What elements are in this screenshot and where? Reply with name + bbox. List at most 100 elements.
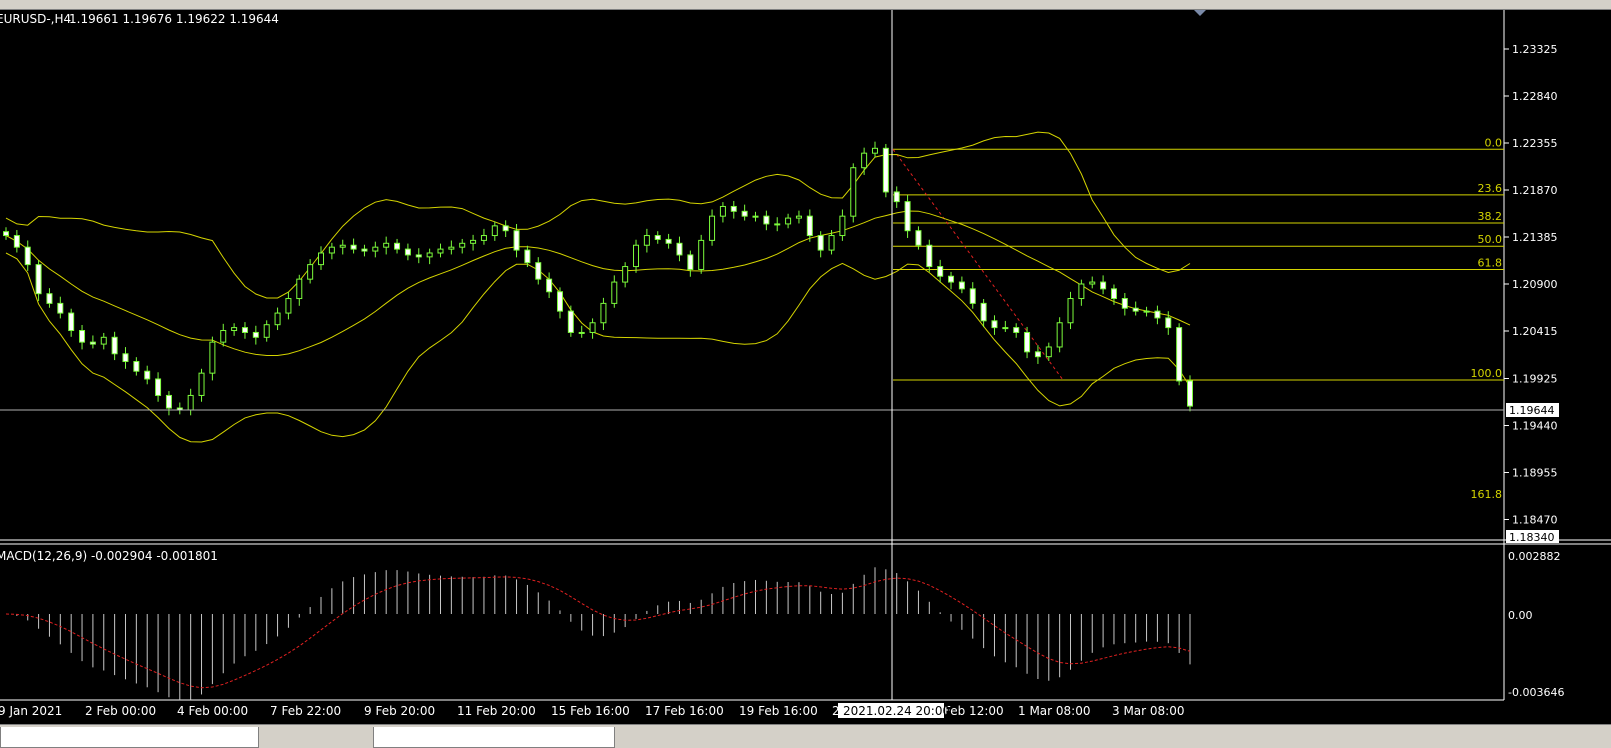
macd-title: MACD(12,26,9) -0.002904 -0.001801 — [0, 549, 218, 563]
candle-body — [698, 239, 705, 270]
candle-body — [1056, 322, 1063, 348]
price-tick-label: 1.23325 — [1512, 43, 1558, 56]
candle-body — [893, 191, 900, 203]
bollinger-bands — [5, 131, 1191, 443]
candle-body — [861, 152, 868, 169]
price-axis[interactable]: 1.23325 1.22840 1.22355 1.21870 1.21385 1.209… — [1504, 43, 1558, 526]
time-tick-label: 2 Feb 00:00 — [85, 704, 156, 718]
candle-body — [633, 244, 640, 268]
candle-body — [589, 322, 596, 333]
macd-axis-max: 0.002882 — [1508, 550, 1561, 563]
fib-level-label: 161.8 — [1471, 488, 1503, 501]
symbol-label: EURUSD-,H4 — [0, 12, 71, 26]
candle-body — [1024, 331, 1031, 353]
candle-body — [1089, 281, 1096, 285]
candle-body — [763, 215, 770, 225]
chart-tab[interactable] — [0, 727, 259, 748]
candle-body — [502, 225, 509, 232]
candle-body — [274, 312, 281, 326]
candle-body — [307, 264, 314, 280]
price-tick-label: 1.22355 — [1512, 137, 1558, 150]
candle-body — [263, 324, 270, 338]
candle-body — [622, 266, 629, 283]
candle-body — [3, 231, 9, 237]
candle-body — [68, 312, 75, 332]
candle-body — [1110, 288, 1117, 300]
candle-body — [719, 205, 726, 217]
candle-body — [741, 210, 748, 217]
candle-body — [459, 242, 466, 248]
candle-body — [231, 327, 238, 332]
candle-body — [926, 244, 933, 268]
fib-level-label: 100.0 — [1471, 367, 1503, 380]
fib-level-label: 0.0 — [1485, 136, 1503, 149]
candle-body — [1045, 346, 1052, 358]
candle-body — [828, 235, 835, 251]
ohlc-values: 1.19661 1.19676 1.19622 1.19644 — [69, 12, 279, 26]
candle-body — [1121, 298, 1128, 309]
time-tick-label: 11 Feb 20:00 — [457, 704, 536, 718]
candle-body — [1100, 281, 1107, 290]
candle-body — [470, 239, 477, 244]
candle-body — [958, 281, 965, 290]
crosshair-time-value: 2021.02.24 20:00 — [843, 704, 950, 718]
time-tick-label: 4 Feb 00:00 — [177, 704, 248, 718]
time-tick-label: 9 Jan 2021 — [0, 704, 62, 718]
current-price-value: 1.19644 — [1509, 404, 1555, 417]
candle-body — [730, 205, 737, 212]
candle-body — [915, 230, 922, 246]
candle-body — [1187, 380, 1193, 407]
candle-body — [795, 215, 802, 219]
macd-axis-zero: 0.00 — [1508, 609, 1533, 622]
candle-body — [1067, 298, 1074, 324]
candle-body — [13, 235, 20, 248]
fib-level-label: 50.0 — [1478, 233, 1503, 246]
candle-body — [339, 244, 346, 248]
candlesticks — [3, 141, 1193, 416]
chart-shift-marker[interactable] — [1194, 10, 1206, 16]
candle-body — [383, 242, 390, 248]
candle-body — [426, 252, 433, 258]
candle-body — [665, 238, 672, 244]
candle-body — [480, 235, 487, 241]
candle-body — [752, 215, 759, 218]
candle-body — [57, 302, 64, 314]
price-tick-label: 1.19440 — [1512, 419, 1558, 432]
time-axis[interactable]: 9 Jan 2021 2 Feb 00:00 4 Feb 00:00 7 Feb 22… — [0, 704, 1185, 718]
candle-body — [404, 248, 411, 256]
candle-body — [643, 235, 650, 246]
fib-level-label: 38.2 — [1478, 210, 1503, 223]
price-tick-label: 1.21385 — [1512, 231, 1558, 244]
price-chart[interactable]: 0.0 23.6 38.2 50.0 61.8 100.0 161.8 EURUSD-,H4… — [0, 0, 1611, 748]
candle-body — [524, 249, 531, 264]
candle-body — [220, 330, 227, 343]
candle-body — [871, 147, 878, 154]
candle-body — [600, 302, 607, 324]
candle-body — [296, 278, 303, 300]
chart-tab[interactable] — [373, 727, 615, 748]
candle-body — [709, 215, 716, 241]
candle-body — [209, 341, 216, 374]
price-tick-label: 1.20415 — [1512, 325, 1558, 338]
candle-body — [839, 215, 846, 237]
time-tick-label: 19 Feb 16:00 — [739, 704, 818, 718]
candle-body — [806, 215, 813, 237]
fib-level-label: 61.8 — [1478, 256, 1503, 269]
candle-body — [937, 266, 944, 277]
macd-indicator — [5, 567, 1191, 701]
candle-body — [969, 288, 976, 304]
candle-body — [372, 246, 379, 252]
candle-body — [1078, 283, 1085, 300]
candle-body — [1143, 310, 1150, 313]
candle-body — [328, 246, 335, 254]
macd-signal-line — [5, 576, 1191, 689]
candle-body — [437, 248, 444, 254]
candle-body — [1132, 307, 1139, 312]
bollinger-band-line — [5, 131, 1191, 299]
candle-body — [252, 331, 259, 338]
candle-body — [394, 242, 401, 250]
bollinger-band-line — [5, 252, 1191, 443]
candle-body — [241, 327, 248, 333]
candle-body — [448, 246, 455, 250]
candle-body — [980, 302, 987, 322]
